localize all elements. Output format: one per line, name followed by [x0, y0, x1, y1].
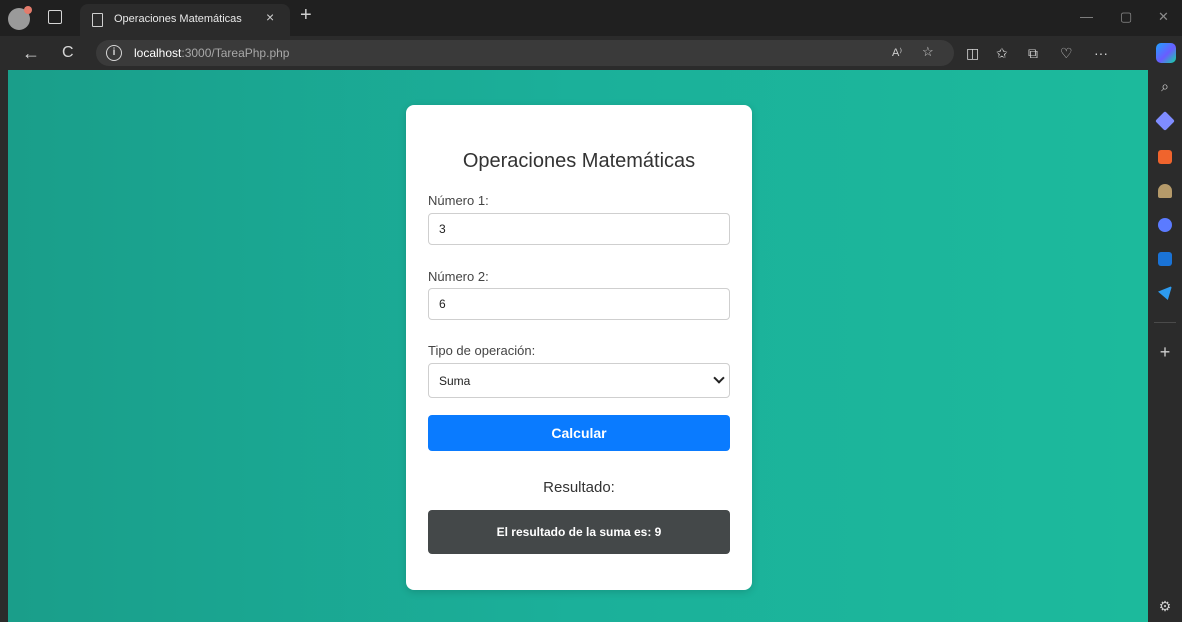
chevron-down-icon	[713, 372, 725, 384]
minimize-button[interactable]: —	[1080, 9, 1093, 24]
browser-window: Operaciones Matemáticas × + — ▢ ✕ ← C i …	[0, 0, 1182, 622]
title-bar: Operaciones Matemáticas × + — ▢ ✕	[0, 0, 1182, 36]
collections-icon[interactable]: ⧉	[1028, 44, 1038, 62]
back-button[interactable]: ←	[22, 42, 40, 64]
more-menu-icon[interactable]: ···	[1094, 44, 1108, 62]
url-text: localhost:3000/TareaPhp.php	[134, 46, 289, 60]
tag-icon[interactable]	[1155, 111, 1175, 131]
operacion-label: Tipo de operación:	[428, 343, 536, 358]
info-icon[interactable]: i	[106, 45, 122, 61]
numero1-label: Número 1:	[428, 193, 489, 208]
tab-title: Operaciones Matemáticas	[114, 13, 242, 25]
tab-operaciones[interactable]: Operaciones Matemáticas ×	[80, 4, 290, 36]
url-path: :3000/TareaPhp.php	[181, 46, 290, 60]
sidebar-divider	[1154, 322, 1176, 323]
resultado-heading: Resultado:	[543, 479, 615, 496]
resultado-box: El resultado de la suma es: 9	[428, 510, 730, 554]
favorite-star-icon[interactable]: ☆	[922, 44, 934, 60]
favorites-icon[interactable]: ✩	[996, 44, 1008, 62]
close-window-button[interactable]: ✕	[1158, 9, 1169, 25]
url-host: localhost	[134, 46, 182, 60]
read-aloud-icon[interactable]: A⁾	[892, 46, 902, 59]
restore-button[interactable]: ▢	[1120, 9, 1132, 25]
new-tab-button[interactable]: +	[300, 4, 312, 26]
copilot-sidebar-icon[interactable]	[1158, 218, 1172, 232]
document-icon	[92, 13, 103, 27]
toolbox-icon[interactable]	[1158, 150, 1172, 164]
edge-sidebar: ⌕ + ⚙	[1148, 70, 1182, 622]
page-title: Operaciones Matemáticas	[462, 150, 696, 172]
form-card: Operaciones Matemáticas Número 1: Número…	[406, 105, 752, 590]
numero2-input[interactable]	[428, 288, 730, 320]
refresh-button[interactable]: C	[62, 42, 74, 64]
profile-avatar[interactable]	[8, 6, 32, 30]
split-screen-icon[interactable]: ◫	[966, 44, 979, 62]
calcular-button[interactable]: Calcular	[428, 415, 730, 451]
games-icon[interactable]	[1158, 184, 1172, 198]
operacion-select[interactable]: Suma	[428, 363, 730, 398]
search-icon[interactable]: ⌕	[1148, 78, 1182, 95]
operacion-selected-value: Suma	[439, 374, 471, 388]
tab-actions-icon[interactable]	[48, 10, 62, 24]
browser-essentials-icon[interactable]: ♡	[1060, 44, 1073, 62]
page-content: Operaciones Matemáticas Número 1: Número…	[8, 70, 1148, 622]
add-sidebar-app-button[interactable]: +	[1148, 342, 1182, 363]
numero1-input[interactable]	[428, 213, 730, 245]
settings-gear-icon[interactable]: ⚙	[1148, 598, 1182, 615]
outlook-icon[interactable]	[1158, 252, 1172, 266]
url-field[interactable]: i localhost:3000/TareaPhp.php A⁾ ☆	[96, 40, 954, 66]
send-icon[interactable]	[1158, 286, 1172, 300]
numero2-label: Número 2:	[428, 269, 489, 284]
address-bar: ← C i localhost:3000/TareaPhp.php A⁾ ☆ ◫…	[0, 36, 1182, 70]
tab-close-icon[interactable]: ×	[266, 9, 274, 25]
copilot-icon[interactable]	[1156, 43, 1176, 63]
